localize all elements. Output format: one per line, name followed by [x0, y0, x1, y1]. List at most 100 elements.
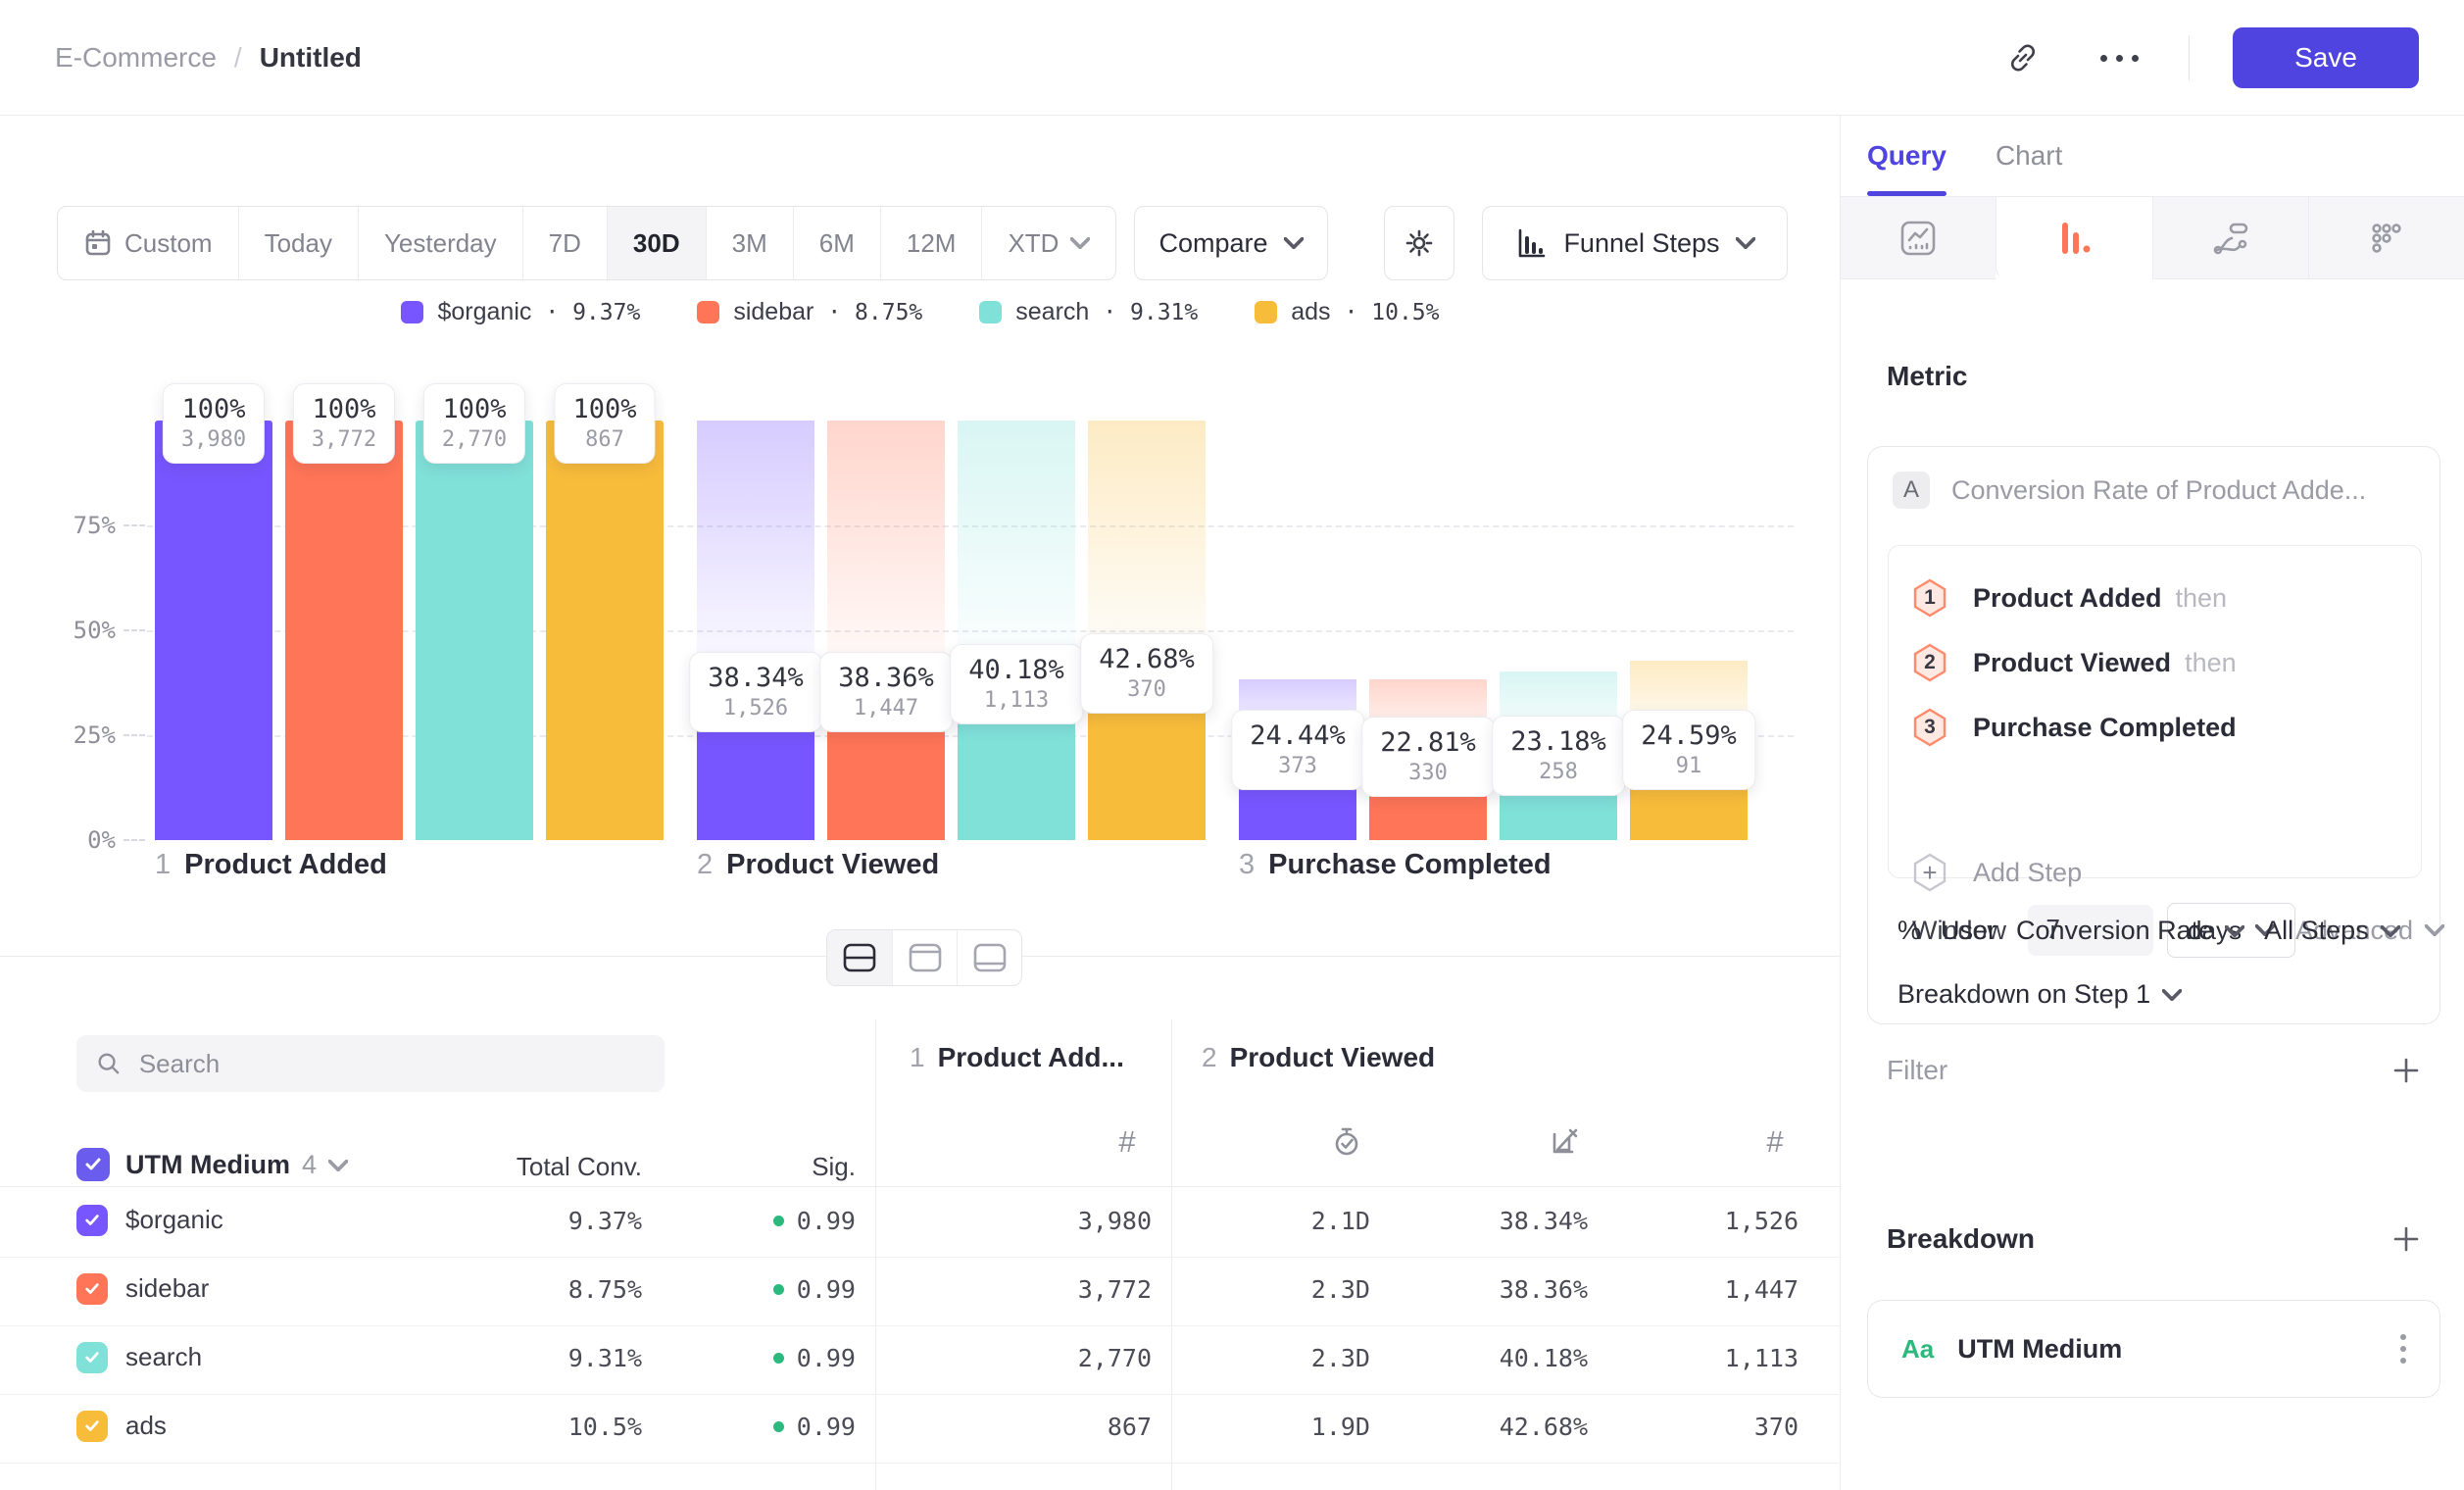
step-then-label: then — [2176, 583, 2228, 614]
bar-value-label: 100%2,770 — [423, 383, 525, 464]
funnel-icon — [2052, 217, 2095, 260]
metric-series-row[interactable]: A Conversion Rate of Product Adde... — [1893, 472, 2366, 509]
step-hexagon-badge: 2 — [1912, 643, 1947, 682]
cell-avg-time: 2.1D — [1115, 1207, 1370, 1235]
bar-percent: 100% — [572, 393, 636, 426]
measurement-metric-label: Conversion Rate — [2016, 916, 2213, 946]
row-checkbox[interactable] — [76, 1342, 108, 1373]
y-axis-tick-dash — [123, 839, 145, 841]
breadcrumb-current[interactable]: Untitled — [260, 42, 362, 74]
breadcrumb: E-Commerce / Untitled — [55, 0, 362, 116]
bar-percent: 100% — [312, 393, 376, 426]
breakdown-column-header[interactable]: UTM Medium 4 — [125, 1150, 348, 1180]
step-number: 2 — [697, 849, 713, 881]
breakdown-on-select[interactable]: Breakdown on Step 1 — [1897, 979, 2182, 1010]
panel-tabs: Query Chart — [1867, 116, 2062, 196]
step-hexagon-badge: 1 — [1912, 578, 1947, 618]
row-label: ads — [125, 1411, 167, 1441]
cell-step1-count: 3,772 — [897, 1275, 1152, 1304]
breadcrumb-separator: / — [234, 42, 242, 74]
check-icon — [83, 1350, 101, 1366]
metric-title: Conversion Rate of Product Adde... — [1951, 475, 2366, 506]
y-axis-tick-dash — [123, 524, 145, 526]
measurement-scope-select[interactable]: All Steps — [2264, 916, 2400, 946]
bar-count: 1,526 — [708, 695, 804, 722]
row-checkbox[interactable] — [76, 1411, 108, 1442]
row-checkbox[interactable] — [76, 1205, 108, 1236]
bar-percent: 38.34% — [708, 662, 804, 695]
more-menu-button[interactable] — [2093, 31, 2145, 84]
table-row[interactable]: search9.31%0.992,7702.3D40.18%1,113 — [0, 1325, 1841, 1394]
chevron-down-icon — [2225, 925, 2244, 937]
table-row[interactable]: ads10.5%0.998671.9D42.68%370 — [0, 1394, 1841, 1463]
significance-dot — [773, 1353, 784, 1364]
check-icon — [83, 1281, 101, 1297]
breakdown-item-menu[interactable] — [2400, 1334, 2406, 1364]
y-axis-tick: 75% — [18, 512, 116, 539]
bar-ads-step1[interactable] — [546, 421, 664, 840]
cell-significance: 0.99 — [699, 1344, 856, 1372]
step2-column-index: 2 — [1202, 1042, 1217, 1073]
layout-table-only-button[interactable] — [957, 930, 1021, 985]
cell-step1-count: 3,980 — [897, 1207, 1152, 1235]
bar-value-label: 38.36%1,447 — [819, 652, 953, 732]
bar-percent: 100% — [181, 393, 246, 426]
significance-value: 0.99 — [797, 1344, 856, 1372]
chart-type-insights[interactable] — [1841, 197, 1996, 279]
tab-chart[interactable]: Chart — [1996, 116, 2062, 196]
top-panel-icon — [908, 942, 943, 973]
bottom-panel-icon — [972, 942, 1008, 973]
step1-column-label: Product Add... — [938, 1042, 1124, 1073]
bar-value-label: 100%867 — [554, 383, 655, 464]
breakdown-section-header: Breakdown — [1887, 1223, 2421, 1255]
table-row[interactable]: $organic9.37%0.993,9802.1D38.34%1,526 — [0, 1188, 1841, 1257]
save-button[interactable]: Save — [2233, 27, 2419, 88]
retention-icon — [2365, 217, 2408, 260]
chart-type-funnel[interactable] — [1996, 197, 2151, 279]
measurement-metric-select[interactable]: Conversion Rate — [2016, 916, 2244, 946]
bar-count: 1,113 — [968, 687, 1064, 715]
bar-sidebar-step1[interactable] — [285, 421, 403, 840]
funnel-step-2[interactable]: 2Product Viewedthen — [1912, 630, 2237, 695]
count-column-button[interactable]: # — [1109, 1124, 1145, 1160]
funnel-step-3[interactable]: 3Purchase Completed — [1912, 695, 2237, 760]
add-filter-button[interactable] — [2391, 1056, 2421, 1085]
chart-type-flows[interactable] — [2152, 197, 2308, 279]
significance-value: 0.99 — [797, 1413, 856, 1441]
sig-header[interactable]: Sig. — [709, 1152, 856, 1182]
time-to-convert-column-button[interactable] — [1329, 1124, 1364, 1160]
table-row[interactable]: sidebar8.75%0.993,7722.3D38.36%1,447 — [0, 1257, 1841, 1325]
bar-count: 258 — [1510, 759, 1606, 786]
bar-search-step1[interactable] — [416, 421, 533, 840]
breakdown-item[interactable]: Aa UTM Medium — [1867, 1300, 2440, 1398]
count-column-button[interactable]: # — [1757, 1124, 1793, 1160]
bar-percent: 24.44% — [1250, 720, 1346, 753]
bar-value-label: 24.44%373 — [1231, 710, 1364, 790]
chart-type-retention[interactable] — [2308, 197, 2464, 279]
ellipsis-icon — [2100, 55, 2139, 62]
layout-split-button[interactable] — [827, 930, 892, 985]
top-bar: E-Commerce / Untitled Save — [0, 0, 2464, 116]
cell-avg-time: 2.3D — [1115, 1275, 1370, 1304]
share-link-button[interactable] — [1996, 31, 2049, 84]
row-checkbox[interactable] — [76, 1273, 108, 1305]
cell-step1-count: 867 — [897, 1413, 1152, 1441]
measurement-entity[interactable]: User — [1941, 916, 1996, 946]
bar-organic-step1[interactable] — [155, 421, 272, 840]
breadcrumb-parent[interactable]: E-Commerce — [55, 42, 217, 74]
tab-query[interactable]: Query — [1867, 116, 1947, 196]
funnel-steps-card: 1Product Addedthen2Product Viewedthen3Pu… — [1888, 545, 2422, 878]
layout-chart-only-button[interactable] — [892, 930, 957, 985]
select-all-checkbox[interactable] — [76, 1148, 110, 1181]
conversion-rate-column-button[interactable] — [1547, 1124, 1582, 1160]
funnel-step-1[interactable]: 1Product Addedthen — [1912, 566, 2227, 630]
bar-percent: 24.59% — [1641, 720, 1737, 753]
check-icon — [83, 1418, 101, 1434]
add-breakdown-button[interactable] — [2391, 1224, 2421, 1254]
breakdown-label: Breakdown — [1887, 1223, 2035, 1255]
row-label: search — [125, 1342, 202, 1372]
search-input[interactable] — [139, 1049, 645, 1079]
add-step-button[interactable]: + Add Step — [1912, 840, 2082, 905]
bar-percent: 42.68% — [1099, 643, 1195, 676]
total-conv-header[interactable]: Total Conv. — [446, 1152, 642, 1182]
